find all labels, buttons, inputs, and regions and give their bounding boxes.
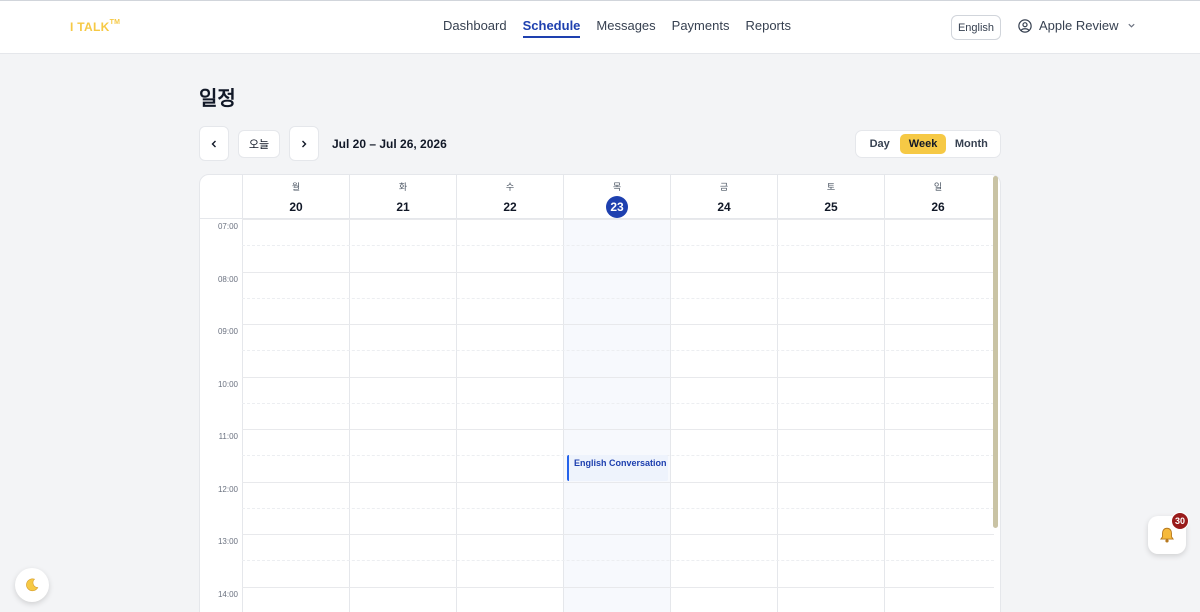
- chevron-right-icon: [302, 140, 307, 147]
- view-day-button[interactable]: Day: [859, 134, 900, 154]
- bell-icon: [1160, 527, 1174, 543]
- day-column[interactable]: [884, 219, 991, 612]
- day-number: 26: [931, 200, 945, 214]
- notification-count-badge: 30: [1171, 512, 1189, 530]
- time-grid: 07:00 08:00 09:00 10:00 11:00 12:00 13:0…: [200, 219, 994, 612]
- half-hour-line: [242, 245, 994, 246]
- day-number: 21: [396, 200, 410, 214]
- time-label: 08:00: [217, 275, 238, 284]
- nav-messages[interactable]: Messages: [596, 18, 655, 38]
- day-of-week-label: 목: [612, 182, 622, 192]
- moon-icon: [26, 578, 39, 592]
- top-navigation-bar: I TALKTM Dashboard Schedule Messages Pay…: [0, 0, 1200, 54]
- hour-line: [242, 324, 994, 325]
- today-day-number: 23: [606, 196, 628, 218]
- hour-line: [242, 587, 994, 588]
- time-label: 10:00: [217, 380, 238, 389]
- user-name: Apple Review: [1039, 18, 1119, 33]
- hour-line: [242, 429, 994, 430]
- view-week-button[interactable]: Week: [900, 134, 946, 154]
- main-nav: Dashboard Schedule Messages Payments Rep…: [443, 18, 807, 38]
- day-of-week-label: 화: [398, 182, 408, 192]
- day-header-sat[interactable]: 토 25: [777, 175, 884, 219]
- day-number: 25: [824, 200, 838, 214]
- day-header-wed[interactable]: 수 22: [456, 175, 563, 219]
- week-calendar: 월 20 화 21 수 22 목 23 금 24 토 25 일 26 07:00…: [199, 174, 1001, 612]
- time-label: 09:00: [217, 327, 238, 336]
- theme-toggle-button[interactable]: [15, 568, 49, 602]
- app-logo[interactable]: I TALKTM: [70, 19, 120, 34]
- page-title: 일정: [199, 88, 236, 110]
- chevron-left-icon: [211, 140, 216, 147]
- today-button[interactable]: 오늘: [238, 130, 280, 158]
- next-week-button[interactable]: [289, 126, 319, 161]
- day-of-week-label: 금: [719, 182, 729, 192]
- day-header-sun[interactable]: 일 26: [884, 175, 991, 219]
- day-of-week-label: 일: [933, 182, 943, 192]
- user-circle-icon: [1018, 18, 1032, 33]
- half-hour-line: [242, 350, 994, 351]
- previous-week-button[interactable]: [199, 126, 229, 161]
- hour-line: [242, 482, 994, 483]
- day-column[interactable]: [670, 219, 777, 612]
- nav-payments[interactable]: Payments: [672, 18, 730, 38]
- time-label: 11:00: [218, 432, 238, 441]
- time-label: 07:00: [217, 222, 238, 231]
- date-range-label: Jul 20 – Jul 26, 2026: [332, 137, 447, 151]
- hour-line: [242, 534, 994, 535]
- language-selector-button[interactable]: English: [951, 15, 1001, 40]
- half-hour-line: [242, 298, 994, 299]
- nav-schedule[interactable]: Schedule: [522, 18, 581, 38]
- half-hour-line: [242, 403, 994, 404]
- day-number: 22: [503, 200, 517, 214]
- calendar-scrollbar[interactable]: [993, 176, 998, 528]
- day-header-tue[interactable]: 화 21: [349, 175, 456, 219]
- day-column-today[interactable]: [563, 219, 670, 612]
- day-of-week-label: 월: [291, 182, 301, 192]
- day-number: 24: [717, 200, 731, 214]
- hour-line: [242, 219, 994, 220]
- time-label: 13:00: [217, 537, 238, 546]
- day-of-week-label: 수: [505, 182, 515, 192]
- chevron-down-icon: [1127, 23, 1135, 28]
- view-switcher: Day Week Month: [855, 130, 1001, 158]
- day-header-thu[interactable]: 목 23: [563, 175, 670, 219]
- day-header-mon[interactable]: 월 20: [242, 175, 349, 219]
- day-number: 20: [289, 200, 303, 214]
- half-hour-line: [242, 508, 994, 509]
- day-header-fri[interactable]: 금 24: [670, 175, 777, 219]
- view-month-button[interactable]: Month: [946, 134, 997, 154]
- time-label: 12:00: [217, 485, 238, 494]
- nav-reports[interactable]: Reports: [745, 18, 791, 38]
- time-label: 14:00: [217, 590, 238, 599]
- day-column[interactable]: [242, 219, 349, 612]
- nav-dashboard[interactable]: Dashboard: [443, 18, 507, 38]
- user-menu[interactable]: Apple Review: [1018, 18, 1136, 33]
- day-column[interactable]: [777, 219, 884, 612]
- calendar-day-header: 월 20 화 21 수 22 목 23 금 24 토 25 일 26: [200, 175, 994, 219]
- half-hour-line: [242, 560, 994, 561]
- calendar-event[interactable]: English Conversation: [567, 455, 668, 481]
- day-of-week-label: 토: [826, 182, 836, 192]
- hour-line: [242, 377, 994, 378]
- hour-line: [242, 272, 994, 273]
- day-column[interactable]: [456, 219, 563, 612]
- day-column[interactable]: [349, 219, 456, 612]
